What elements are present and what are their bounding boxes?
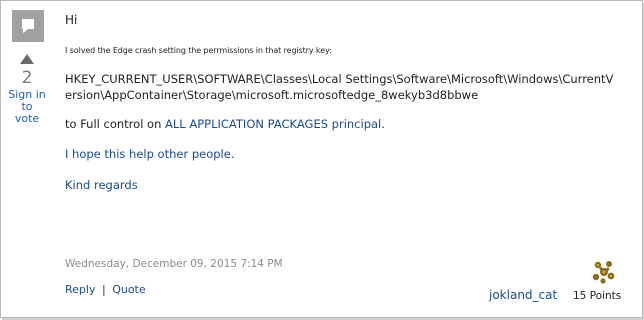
full-control-suffix: . xyxy=(381,117,385,131)
user-points: 15 Points xyxy=(573,290,622,302)
full-control-line: to Full control on ALL APPLICATION PACKA… xyxy=(65,116,630,132)
full-control-prefix: to Full control on xyxy=(65,117,166,131)
intro-text: I solved the Edge crash setting the perr… xyxy=(65,46,332,55)
post-actions: Reply | Quote xyxy=(65,283,146,296)
quote-link[interactable]: Quote xyxy=(112,283,145,296)
regards-text: Kind regards xyxy=(65,178,138,192)
registry-key-text: HKEY_CURRENT_USER\SOFTWARE\Classes\Local… xyxy=(65,72,614,102)
message-body: Hi I solved the Edge crash setting the p… xyxy=(65,13,630,193)
user-avatar-icon[interactable] xyxy=(591,259,617,285)
all-application-packages-link[interactable]: ALL APPLICATION PACKAGES principal xyxy=(165,117,381,131)
comment-icon xyxy=(12,10,44,42)
action-separator: | xyxy=(101,283,106,296)
post-date: Wednesday, December 09, 2015 7:14 PM xyxy=(65,258,283,270)
reply-link[interactable]: Reply xyxy=(65,283,95,296)
vote-count: 2 xyxy=(21,68,33,88)
sign-in-to-vote-link[interactable]: Sign in to vote xyxy=(8,89,46,125)
greeting-text: Hi xyxy=(65,13,78,27)
upvote-arrow-icon[interactable] xyxy=(20,54,34,64)
hope-text: I hope this help other people. xyxy=(65,147,235,161)
author-name-link[interactable]: jokland_cat xyxy=(489,288,557,302)
vote-column: 2 Sign in to vote xyxy=(8,10,46,125)
